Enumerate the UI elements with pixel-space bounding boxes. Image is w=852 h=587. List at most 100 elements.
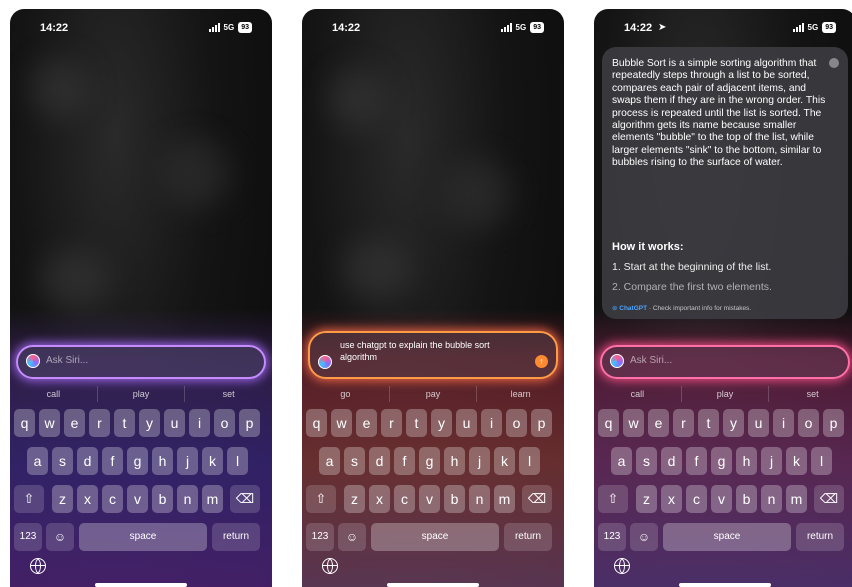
space-key[interactable]: space <box>663 523 791 551</box>
home-indicator[interactable] <box>95 583 187 587</box>
key[interactable]: c <box>394 485 415 513</box>
key[interactable]: o <box>214 409 235 437</box>
emoji-key-icon[interactable]: ☺ <box>338 523 366 551</box>
key[interactable]: n <box>177 485 198 513</box>
suggestion-2[interactable]: play <box>98 386 186 402</box>
key[interactable]: i <box>481 409 502 437</box>
key[interactable]: i <box>773 409 794 437</box>
send-arrow-icon[interactable]: ↑ <box>535 355 548 368</box>
delete-key-icon[interactable]: ⌫ <box>814 485 844 513</box>
siri-input-placeholder[interactable]: Ask Siri... <box>46 355 88 366</box>
key[interactable]: b <box>152 485 173 513</box>
key[interactable]: m <box>202 485 223 513</box>
key[interactable]: t <box>698 409 719 437</box>
key[interactable]: g <box>127 447 148 475</box>
return-key[interactable]: return <box>504 523 552 551</box>
shift-key-icon[interactable]: ⇧ <box>306 485 336 513</box>
key[interactable]: z <box>344 485 365 513</box>
key[interactable]: u <box>456 409 477 437</box>
siri-input-placeholder[interactable]: Ask Siri... <box>630 355 672 366</box>
key[interactable]: x <box>661 485 682 513</box>
key[interactable]: w <box>623 409 644 437</box>
key[interactable]: c <box>102 485 123 513</box>
siri-input-bar[interactable]: Ask Siri... <box>600 345 850 379</box>
key[interactable]: s <box>52 447 73 475</box>
key[interactable]: w <box>39 409 60 437</box>
key[interactable]: b <box>736 485 757 513</box>
globe-icon[interactable] <box>614 558 630 574</box>
key[interactable]: m <box>786 485 807 513</box>
key[interactable]: l <box>811 447 832 475</box>
key[interactable]: r <box>89 409 110 437</box>
key[interactable]: q <box>598 409 619 437</box>
key[interactable]: o <box>506 409 527 437</box>
key[interactable]: r <box>673 409 694 437</box>
key[interactable]: m <box>494 485 515 513</box>
suggestion-1[interactable]: call <box>10 386 98 402</box>
suggestion-2[interactable]: pay <box>390 386 478 402</box>
key[interactable]: f <box>102 447 123 475</box>
key[interactable]: a <box>27 447 48 475</box>
emoji-key-icon[interactable]: ☺ <box>46 523 74 551</box>
chatgpt-answer-card[interactable]: Bubble Sort is a simple sorting algorith… <box>602 47 848 319</box>
key[interactable]: e <box>64 409 85 437</box>
numbers-key[interactable]: 123 <box>14 523 42 551</box>
home-indicator[interactable] <box>387 583 479 587</box>
key[interactable]: h <box>152 447 173 475</box>
key[interactable]: j <box>469 447 490 475</box>
key[interactable]: c <box>686 485 707 513</box>
suggestion-1[interactable]: go <box>302 386 390 402</box>
key[interactable]: p <box>531 409 552 437</box>
key[interactable]: i <box>189 409 210 437</box>
key[interactable]: q <box>306 409 327 437</box>
key[interactable]: s <box>344 447 365 475</box>
key[interactable]: g <box>419 447 440 475</box>
key[interactable]: v <box>419 485 440 513</box>
key[interactable]: j <box>177 447 198 475</box>
key[interactable]: u <box>164 409 185 437</box>
key[interactable]: g <box>711 447 732 475</box>
key[interactable]: t <box>406 409 427 437</box>
key[interactable]: n <box>469 485 490 513</box>
suggestion-3[interactable]: set <box>769 386 852 402</box>
suggestion-3[interactable]: set <box>185 386 272 402</box>
globe-icon[interactable] <box>322 558 338 574</box>
suggestion-1[interactable]: call <box>594 386 682 402</box>
share-icon[interactable] <box>829 58 839 68</box>
key[interactable]: o <box>798 409 819 437</box>
key[interactable]: z <box>636 485 657 513</box>
shift-key-icon[interactable]: ⇧ <box>598 485 628 513</box>
key[interactable]: n <box>761 485 782 513</box>
key[interactable]: h <box>444 447 465 475</box>
return-key[interactable]: return <box>796 523 844 551</box>
key[interactable]: v <box>127 485 148 513</box>
key[interactable]: k <box>786 447 807 475</box>
key[interactable]: z <box>52 485 73 513</box>
key[interactable]: e <box>356 409 377 437</box>
return-key[interactable]: return <box>212 523 260 551</box>
suggestion-3[interactable]: learn <box>477 386 564 402</box>
key[interactable]: e <box>648 409 669 437</box>
key[interactable]: k <box>494 447 515 475</box>
key[interactable]: y <box>431 409 452 437</box>
emoji-key-icon[interactable]: ☺ <box>630 523 658 551</box>
delete-key-icon[interactable]: ⌫ <box>522 485 552 513</box>
home-indicator[interactable] <box>679 583 771 587</box>
key[interactable]: p <box>823 409 844 437</box>
shift-key-icon[interactable]: ⇧ <box>14 485 44 513</box>
globe-icon[interactable] <box>30 558 46 574</box>
key[interactable]: l <box>227 447 248 475</box>
key[interactable]: y <box>139 409 160 437</box>
key[interactable]: f <box>394 447 415 475</box>
siri-input-bar[interactable]: use chatgpt to explain the bubble sort a… <box>308 331 558 379</box>
space-key[interactable]: space <box>79 523 207 551</box>
key[interactable]: k <box>202 447 223 475</box>
suggestion-2[interactable]: play <box>682 386 770 402</box>
key[interactable]: h <box>736 447 757 475</box>
key[interactable]: q <box>14 409 35 437</box>
key[interactable]: x <box>369 485 390 513</box>
key[interactable]: w <box>331 409 352 437</box>
key[interactable]: v <box>711 485 732 513</box>
key[interactable]: a <box>611 447 632 475</box>
key[interactable]: d <box>661 447 682 475</box>
